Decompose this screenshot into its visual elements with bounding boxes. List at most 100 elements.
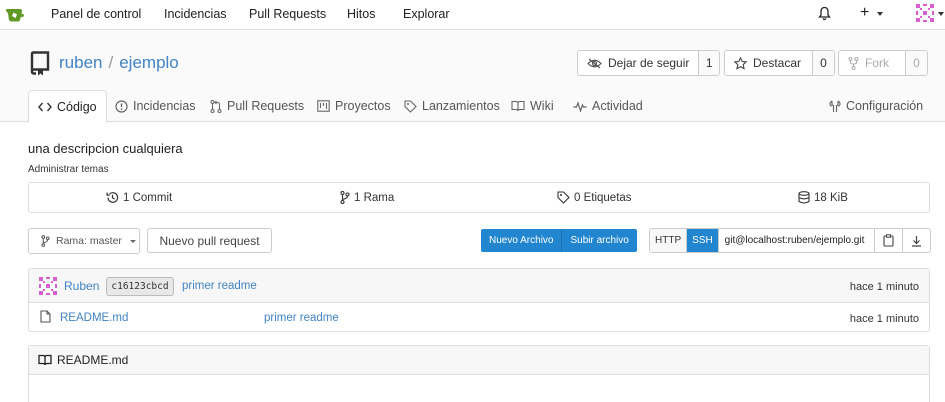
nav-pull-requests[interactable]: Pull Requests [249,7,326,21]
tab-code[interactable]: Código [28,90,107,123]
nav-issues[interactable]: Incidencias [164,7,227,21]
repo-stats-bar: 1 Commit 1 Rama 0 Etiquetas 18 KiB [28,182,930,213]
commit-author-avatar[interactable] [39,277,57,295]
file-icon [40,310,51,323]
watch-count[interactable]: 1 [698,51,719,75]
tab-activity[interactable]: Actividad [573,90,643,122]
download-button[interactable] [902,229,930,252]
pulse-icon [573,100,587,112]
plus-icon[interactable]: + [860,5,869,21]
commit-time: hace 1 minuto [849,281,919,293]
file-row: README.md primer readme hace 1 minuto [29,303,929,332]
branch-dropdown[interactable]: Rama: master [28,228,140,254]
branch-icon [41,235,50,247]
tab-projects-label: Proyectos [335,99,391,113]
size-stat: 18 KiB [798,191,848,204]
fork-label: Fork [865,56,889,70]
tab-projects[interactable]: Proyectos [317,90,391,122]
repo-separator: / [108,53,114,72]
latest-commit-header: Ruben c16123cbcd primer readme hace 1 mi… [29,269,929,303]
repo-description: una descripcion cualquiera [28,141,183,156]
size-stat-label: 18 KiB [814,191,848,204]
project-icon [317,100,330,112]
manage-topics-link[interactable]: Administrar temas [28,164,109,175]
file-commit-time: hace 1 minuto [849,313,919,325]
copy-clipboard-button[interactable] [874,229,902,252]
clone-ssh-button[interactable]: SSH [687,229,719,252]
file-actions-group: Nuevo Archivo Subir archivo [481,229,637,252]
branch-icon [340,191,350,204]
tab-pull-requests[interactable]: Pull Requests [210,90,304,122]
unwatch-button[interactable]: Dejar de seguir [578,51,698,75]
commit-message-link[interactable]: primer readme [182,280,257,292]
repo-title: ruben / ejemplo [59,53,179,73]
file-commit-message-link[interactable]: primer readme [264,312,339,324]
tab-wiki[interactable]: Wiki [511,90,554,122]
star-button-group: Destacar 0 [724,50,835,76]
tab-issues[interactable]: Incidencias [115,90,196,122]
fork-button[interactable]: Fork [839,51,905,75]
chevron-down-icon[interactable] [877,12,883,16]
issue-icon [115,99,128,113]
tab-issues-label: Incidencias [133,99,196,113]
tab-code-label: Código [57,100,97,114]
clone-url-input[interactable]: git@localhost:ruben/ejemplo.git [719,229,875,252]
new-file-button[interactable]: Nuevo Archivo [481,229,562,252]
star-button[interactable]: Destacar [725,51,812,75]
book-icon [511,100,525,112]
pull-request-icon [210,99,222,113]
file-name-link[interactable]: README.md [60,312,128,324]
tab-releases-label: Lanzamientos [422,99,500,113]
database-icon [798,191,810,204]
repo-header: ruben / ejemplo Dejar de seguir 1 Destacar… [0,31,945,123]
branches-stat-label: 1 Rama [354,191,395,204]
bell-icon[interactable] [818,6,831,21]
branch-dropdown-label: Rama: master [56,235,122,247]
tools-icon [829,100,841,113]
star-label: Destacar [753,56,802,70]
clone-http-button[interactable]: HTTP [650,229,688,252]
chevron-down-icon[interactable] [938,12,944,16]
star-icon [734,56,747,70]
commits-stat[interactable]: 1 Commit [106,191,172,204]
watch-label: Dejar de seguir [608,56,690,70]
nav-explore[interactable]: Explorar [403,7,450,21]
tags-stat[interactable]: 0 Etiquetas [557,191,632,204]
commits-stat-label: 1 Commit [123,191,173,204]
tab-settings-label: Configuración [846,99,924,113]
tag-icon [557,191,570,204]
book-icon [38,354,52,366]
file-list: Ruben c16123cbcd primer readme hace 1 mi… [28,268,930,332]
branches-stat[interactable]: 1 Rama [340,191,394,204]
tag-icon [404,99,417,113]
tab-activity-label: Actividad [592,99,643,113]
tab-settings[interactable]: Configuración [829,90,923,122]
upload-file-button[interactable]: Subir archivo [561,229,637,252]
gitea-logo-icon[interactable] [5,7,25,23]
nav-milestones[interactable]: Hitos [347,7,375,21]
download-icon [911,235,922,247]
star-count[interactable]: 0 [812,51,834,75]
fork-count[interactable]: 0 [905,51,927,75]
top-navbar: Panel de control Incidencias Pull Reques… [0,0,945,30]
readme-title: README.md [57,353,129,367]
new-pull-request-button[interactable]: Nuevo pull request [147,228,272,253]
user-avatar[interactable] [916,4,934,22]
eye-slash-icon [587,58,602,69]
readme-panel: README.md [28,345,930,402]
commit-author-link[interactable]: Ruben [64,279,99,293]
clone-url-box: HTTP SSH git@localhost:ruben/ejemplo.git [649,228,931,253]
fork-button-group: Fork 0 [838,50,928,76]
repo-owner-link[interactable]: ruben [59,53,102,72]
repo-name-link[interactable]: ejemplo [119,53,179,72]
tab-wiki-label: Wiki [530,99,554,113]
readme-header: README.md [29,346,929,375]
tab-releases[interactable]: Lanzamientos [404,90,500,122]
clipboard-icon [883,234,894,247]
nav-dashboard[interactable]: Panel de control [51,7,141,21]
fork-icon [848,56,859,70]
tags-stat-label: 0 Etiquetas [574,191,632,204]
history-icon [106,191,119,204]
chevron-down-icon [129,239,136,243]
commit-sha-button[interactable]: c16123cbcd [106,277,174,296]
